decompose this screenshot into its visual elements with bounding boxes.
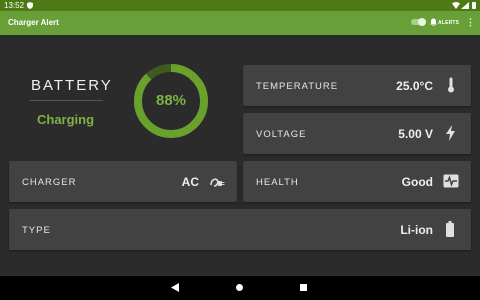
status-time: 13:52 — [4, 1, 25, 10]
app-bar: Charger Alert ALERTS ⋮ — [0, 11, 480, 35]
charger-card: CHARGER AC — [9, 161, 237, 202]
battery-percent: 88% — [155, 92, 187, 109]
alert-shield-icon — [27, 2, 33, 9]
temperature-value: 25.0°C — [396, 79, 433, 93]
health-label: HEALTH — [256, 177, 299, 188]
more-options-icon[interactable]: ⋮ — [466, 17, 475, 28]
bell-icon[interactable] — [430, 18, 437, 26]
voltage-label: VOLTAGE — [256, 129, 307, 140]
health-card: HEALTH Good — [243, 161, 471, 202]
charger-label: CHARGER — [22, 177, 77, 188]
voltage-card: VOLTAGE 5.00 V — [243, 113, 471, 154]
power-plug-icon — [210, 178, 225, 187]
voltage-value: 5.00 V — [398, 127, 433, 141]
battery-label: BATTERY — [31, 77, 113, 94]
battery-status-icon — [472, 2, 476, 9]
heart-pulse-icon — [443, 174, 459, 188]
alerts-label[interactable]: ALERTS — [438, 20, 459, 26]
charging-status: Charging — [37, 112, 95, 127]
charger-value: AC — [181, 175, 199, 189]
back-icon[interactable] — [171, 283, 179, 292]
toggle-knob — [418, 18, 426, 26]
divider — [30, 100, 103, 101]
temperature-card: TEMPERATURE 25.0°C — [243, 65, 471, 106]
lightning-icon — [446, 125, 455, 141]
type-card: TYPE Li-ion — [9, 209, 471, 250]
type-value: Li-ion — [400, 223, 433, 237]
signal-icon — [461, 2, 469, 9]
alerts-toggle[interactable] — [411, 18, 426, 26]
health-value: Good — [401, 175, 433, 189]
battery-icon — [446, 221, 454, 237]
type-label: TYPE — [22, 225, 51, 236]
navigation-bar — [0, 276, 480, 300]
thermometer-icon — [448, 77, 454, 93]
status-bar: 13:52 — [0, 0, 480, 11]
app-title: Charger Alert — [8, 18, 59, 27]
home-icon[interactable] — [236, 284, 243, 291]
recents-icon[interactable] — [300, 284, 307, 291]
wifi-icon — [452, 2, 460, 9]
temperature-label: TEMPERATURE — [256, 81, 339, 92]
